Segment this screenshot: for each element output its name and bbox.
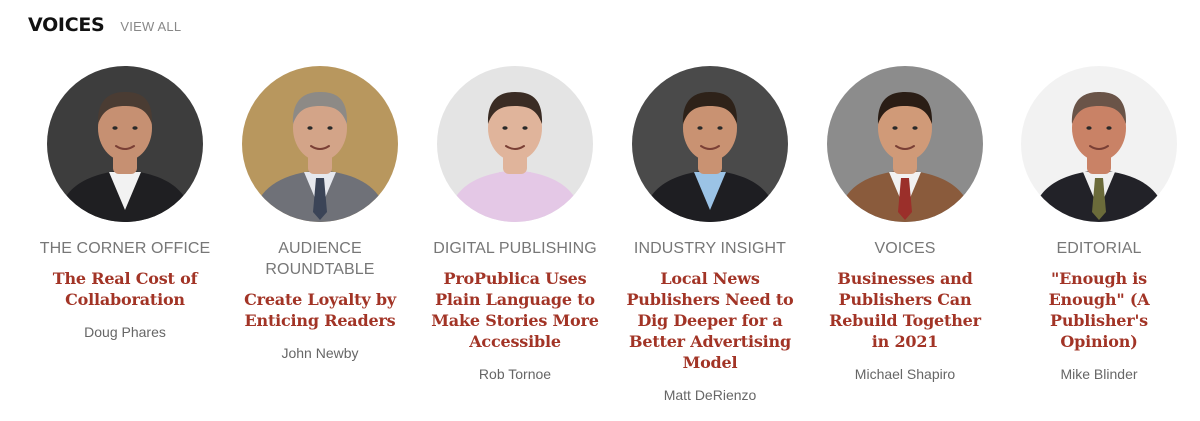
voice-card: AUDIENCE ROUNDTABLE Create Loyalty by En… <box>225 66 415 361</box>
card-author[interactable]: Doug Phares <box>84 324 166 340</box>
author-photo[interactable] <box>437 66 593 222</box>
card-author[interactable]: Mike Blinder <box>1060 366 1137 382</box>
author-photo[interactable] <box>1021 66 1177 222</box>
voice-card: VOICES Businesses and Publishers Can Reb… <box>810 66 1000 382</box>
card-category[interactable]: INDUSTRY INSIGHT <box>620 238 800 259</box>
portrait-graphic <box>242 66 398 222</box>
card-author[interactable]: John Newby <box>281 345 358 361</box>
portrait-graphic <box>1021 66 1177 222</box>
portrait-graphic <box>437 66 593 222</box>
portrait-graphic <box>47 66 203 222</box>
card-category[interactable]: VOICES <box>815 238 995 259</box>
card-headline[interactable]: Local News Publishers Need to Dig Deeper… <box>624 268 796 373</box>
card-author[interactable]: Michael Shapiro <box>855 366 955 382</box>
voice-card: THE CORNER OFFICE The Real Cost of Colla… <box>30 66 220 340</box>
card-category[interactable]: DIGITAL PUBLISHING <box>425 238 605 259</box>
card-author[interactable]: Matt DeRienzo <box>664 387 757 403</box>
section-title: VOICES <box>28 14 105 36</box>
author-photo[interactable] <box>242 66 398 222</box>
section-header: VOICES VIEW ALL <box>28 14 181 36</box>
author-photo[interactable] <box>47 66 203 222</box>
card-category[interactable]: EDITORIAL <box>1009 238 1189 259</box>
card-headline[interactable]: Businesses and Publishers Can Rebuild To… <box>819 268 991 352</box>
card-headline[interactable]: ProPublica Uses Plain Language to Make S… <box>429 268 601 352</box>
card-category[interactable]: THE CORNER OFFICE <box>35 238 215 259</box>
voice-card: INDUSTRY INSIGHT Local News Publishers N… <box>615 66 805 403</box>
card-headline[interactable]: The Real Cost of Collaboration <box>39 268 211 310</box>
voices-section: VOICES VIEW ALL THE CORNER OFFICE The Re… <box>0 0 1200 421</box>
portrait-graphic <box>632 66 788 222</box>
voice-card: EDITORIAL "Enough is Enough" (A Publishe… <box>1004 66 1194 382</box>
portrait-graphic <box>827 66 983 222</box>
card-category[interactable]: AUDIENCE ROUNDTABLE <box>230 238 410 280</box>
voices-cards: THE CORNER OFFICE The Real Cost of Colla… <box>0 66 1200 421</box>
view-all-link[interactable]: VIEW ALL <box>120 19 181 34</box>
card-headline[interactable]: "Enough is Enough" (A Publisher's Opinio… <box>1013 268 1185 352</box>
card-author[interactable]: Rob Tornoe <box>479 366 551 382</box>
author-photo[interactable] <box>632 66 788 222</box>
card-headline[interactable]: Create Loyalty by Enticing Readers <box>234 289 406 331</box>
author-photo[interactable] <box>827 66 983 222</box>
voice-card: DIGITAL PUBLISHING ProPublica Uses Plain… <box>420 66 610 382</box>
